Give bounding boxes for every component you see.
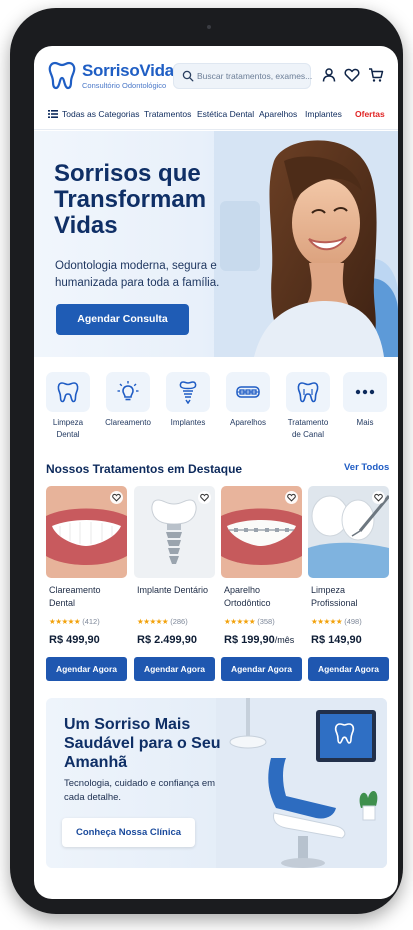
hero-title: Sorrisos que Transformam Vidas	[54, 160, 207, 239]
nav-item-aesthetics[interactable]: Estética Dental	[197, 109, 254, 119]
product-price: R$ 2.499,90	[137, 634, 197, 646]
category-label: Limpeza Dental	[52, 418, 84, 439]
category-nav: Todas as Categorias Tratamentos Estética…	[34, 100, 398, 130]
more-icon	[355, 389, 375, 395]
product-name[interactable]: Clareamento Dental	[49, 584, 127, 610]
app-header: SorrisoVida Consultório Odontológico Bus…	[34, 46, 398, 100]
review-count: (412)	[82, 617, 100, 626]
product-card[interactable]: Aparelho Ortodôntico ★★★★★ (358) R$ 199,…	[221, 486, 302, 684]
tooth-icon	[57, 382, 79, 403]
search-placeholder: Buscar tratamentos, exames...	[197, 71, 313, 81]
favorite-heart-icon[interactable]	[372, 491, 385, 504]
star-rating-icon: ★★★★★	[137, 617, 169, 626]
product-rating: ★★★★★ (412)	[49, 617, 100, 626]
search-icon	[182, 70, 194, 82]
review-count: (498)	[344, 617, 362, 626]
banner-title: Um Sorriso Mais Saudável para o Seu Aman…	[64, 716, 221, 771]
price-suffix: /mês	[274, 635, 295, 645]
schedule-now-button[interactable]: Agendar Agora	[46, 657, 127, 681]
star-rating-icon: ★★★★★	[49, 617, 81, 626]
nav-item-implants[interactable]: Implantes	[305, 109, 342, 119]
review-count: (286)	[170, 617, 188, 626]
brand-name[interactable]: SorrisoVida	[82, 61, 174, 81]
product-card[interactable]: Limpeza Profissional ★★★★★ (498) R$ 149,…	[308, 486, 389, 684]
category-label: Aparelhos	[229, 418, 267, 427]
menu-icon[interactable]	[48, 109, 58, 119]
favorite-heart-icon[interactable]	[198, 491, 211, 504]
review-count: (358)	[257, 617, 275, 626]
schedule-now-button[interactable]: Agendar Agora	[221, 657, 302, 681]
tooth-logo-icon[interactable]	[48, 60, 76, 90]
nav-item-offers[interactable]: Ofertas	[355, 109, 385, 119]
search-input[interactable]: Buscar tratamentos, exames...	[173, 63, 313, 89]
product-price: R$ 149,90	[311, 634, 362, 646]
category-label: Implantes	[170, 418, 206, 427]
product-card[interactable]: Clareamento Dental ★★★★★ (412) R$ 499,90…	[46, 486, 127, 684]
product-price: R$ 199,90/mês	[224, 634, 294, 646]
brand-tagline: Consultório Odontológico	[82, 81, 167, 90]
product-name[interactable]: Limpeza Profissional	[311, 584, 389, 610]
product-card[interactable]: Implante Dentário ★★★★★ (286) R$ 2.499,9…	[134, 486, 215, 684]
phone-frame: SorrisoVida Consultório Odontológico Bus…	[10, 8, 403, 914]
price-value: R$ 149,90	[311, 634, 362, 646]
visit-clinic-button[interactable]: Conheça Nossa Clínica	[62, 818, 195, 847]
category-cleaning[interactable]: Limpeza Dental	[43, 372, 93, 441]
nav-item-all-categories[interactable]: Todas as Categorias	[62, 109, 140, 119]
book-appointment-button[interactable]: Agendar Consulta	[56, 304, 189, 335]
see-all-link[interactable]: Ver Todos	[344, 462, 389, 473]
app-screen: SorrisoVida Consultório Odontológico Bus…	[34, 46, 398, 899]
star-rating-icon: ★★★★★	[224, 617, 256, 626]
product-price: R$ 499,90	[49, 634, 100, 646]
category-root-canal[interactable]: Tratamento de Canal	[283, 372, 333, 441]
star-rating-icon: ★★★★★	[311, 617, 343, 626]
category-whitening[interactable]: Clareamento	[103, 372, 153, 429]
hero-banner: Sorrisos que Transformam Vidas Odontolog…	[34, 131, 398, 357]
product-name[interactable]: Implante Dentário	[137, 584, 215, 597]
schedule-now-button[interactable]: Agendar Agora	[134, 657, 215, 681]
category-label: Clareamento	[105, 418, 151, 427]
category-more[interactable]: Mais	[340, 372, 390, 429]
lightbulb-icon	[117, 381, 139, 401]
schedule-now-button[interactable]: Agendar Agora	[308, 657, 389, 681]
braces-icon	[236, 386, 260, 398]
heart-icon[interactable]	[344, 67, 360, 83]
banner-subtitle: Tecnologia, cuidado e confiança em cada …	[64, 778, 216, 803]
category-label: Mais	[356, 418, 374, 427]
price-value: R$ 2.499,90	[137, 634, 197, 646]
nav-item-braces[interactable]: Aparelhos	[259, 109, 297, 119]
hero-subtitle: Odontologia moderna, segura e humanizada…	[55, 260, 220, 289]
tooth-icon	[297, 382, 319, 403]
product-rating: ★★★★★ (286)	[137, 617, 188, 626]
featured-section-title: Nossos Tratamentos em Destaque	[46, 462, 243, 476]
nav-item-treatments[interactable]: Tratamentos	[144, 109, 191, 119]
clinic-promo-banner: Um Sorriso Mais Saudável para o Seu Aman…	[46, 698, 387, 868]
price-value: R$ 199,90	[224, 634, 275, 646]
favorite-heart-icon[interactable]	[110, 491, 123, 504]
category-label: Tratamento de Canal	[287, 418, 329, 439]
product-rating: ★★★★★ (358)	[224, 617, 275, 626]
price-value: R$ 499,90	[49, 634, 100, 646]
category-implants[interactable]: Implantes	[163, 372, 213, 429]
product-rating: ★★★★★ (498)	[311, 617, 362, 626]
dental-clinic-image	[216, 698, 387, 868]
cart-icon[interactable]	[368, 67, 384, 83]
implant-icon	[179, 381, 197, 404]
category-shortcuts: Limpeza Dental Clareamento Implantes Apa…	[34, 372, 398, 452]
user-icon[interactable]	[321, 67, 337, 83]
favorite-heart-icon[interactable]	[285, 491, 298, 504]
category-braces[interactable]: Aparelhos	[223, 372, 273, 429]
product-name[interactable]: Aparelho Ortodôntico	[224, 584, 302, 610]
